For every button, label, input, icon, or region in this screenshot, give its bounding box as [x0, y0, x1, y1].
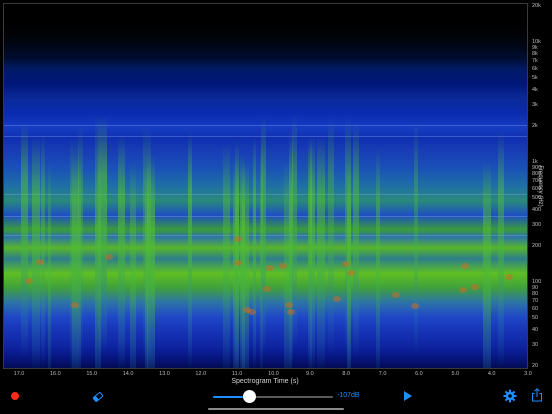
- spectrogram-plot[interactable]: [3, 3, 528, 369]
- spectrogram-streak: [413, 120, 418, 358]
- settings-button[interactable]: [503, 389, 517, 403]
- frequency-tick-label: 400: [532, 206, 542, 213]
- spectrogram-streak: [188, 132, 192, 368]
- share-icon: [532, 388, 542, 402]
- time-tick-label: 12.0: [195, 371, 207, 377]
- frequency-tick-label: 90: [532, 284, 539, 291]
- spectrogram-hot-spot: [333, 296, 342, 303]
- time-tick-label: 13.0: [159, 371, 170, 377]
- time-tick-label: 5.0: [451, 371, 460, 377]
- time-tick-label: 17.0: [13, 371, 25, 377]
- time-tick-label: 4.0: [487, 371, 496, 377]
- time-tick-label: 14.0: [122, 371, 134, 377]
- eraser-button[interactable]: [92, 390, 104, 402]
- spectrogram-hot-spot: [265, 265, 274, 272]
- frequency-tick-label: 3k: [532, 101, 538, 108]
- gain-value-label: -107dB: [337, 392, 360, 399]
- play-button[interactable]: [404, 391, 412, 401]
- time-tick-label: 3.0: [524, 371, 532, 377]
- spectrogram-streak: [20, 121, 28, 359]
- spectrogram-streak: [483, 160, 491, 368]
- time-tick-label: 15.0: [86, 371, 98, 377]
- spectrogram-streak: [130, 161, 137, 368]
- spectrogram-hot-spot: [263, 285, 272, 292]
- spectrogram-hot-spot: [342, 261, 351, 268]
- spectrogram-hot-spot: [104, 254, 113, 261]
- frequency-tick-label: 6k: [532, 65, 538, 72]
- time-tick-label: 16.0: [49, 371, 61, 377]
- time-axis-title: Spectrogram Time (s): [231, 378, 299, 385]
- eraser-icon: [92, 392, 104, 402]
- frequency-tick-label: 9k: [532, 44, 538, 51]
- spectrogram-streak: [223, 143, 231, 368]
- gain-slider-thumb[interactable]: [242, 390, 256, 403]
- time-tick-label: 9.0: [306, 371, 314, 377]
- frequency-tick-label: 7k: [532, 57, 538, 64]
- spectrogram-streak: [94, 115, 98, 352]
- spectrogram-hot-spot: [25, 277, 34, 284]
- spectrogram-hot-spot: [460, 262, 469, 269]
- frequency-tick-label: 80: [532, 290, 539, 297]
- spectrogram-hot-spot: [71, 301, 80, 308]
- frequency-tick-label: 2k: [532, 123, 538, 129]
- spectrogram-streak: [118, 134, 126, 368]
- spectrogram-hot-spot: [471, 283, 480, 290]
- spectrogram-streak: [375, 148, 381, 368]
- frequency-tick-label: 8k: [532, 50, 538, 57]
- frequency-tick-label: 70: [532, 297, 539, 304]
- frequency-tick-label: 50: [532, 315, 539, 322]
- spectrogram-streak: [40, 132, 46, 368]
- bottom-toolbar: [0, 388, 552, 414]
- spectrogram-streak: [253, 135, 257, 368]
- time-tick-label: 6.0: [415, 371, 423, 377]
- spectrogram-streak: [317, 135, 325, 368]
- spectrogram-hot-spot: [459, 287, 468, 294]
- frequency-axis-title: Frequency (Hz): [537, 165, 543, 207]
- home-indicator: [208, 408, 344, 410]
- record-button[interactable]: [11, 392, 19, 400]
- share-button[interactable]: [531, 388, 543, 402]
- spectrogram-hot-spot: [392, 292, 401, 299]
- frequency-tick-label: 30: [532, 341, 539, 348]
- spectrogram-hot-spot: [505, 274, 514, 281]
- spectrogram-hot-spot: [234, 235, 243, 242]
- spectrogram-streak: [308, 137, 313, 368]
- spectrogram-streak: [328, 117, 334, 355]
- frequency-tick-label: 5k: [532, 75, 538, 82]
- spectrogram-hot-spot: [410, 302, 419, 309]
- frequency-tick-label: 60: [532, 305, 539, 312]
- spectrogram-hot-spot: [346, 269, 355, 276]
- frequency-tick-label: 4k: [532, 86, 538, 93]
- spectrogram-streak: [146, 155, 155, 368]
- frequency-tick-label: 40: [532, 326, 539, 333]
- frequency-tick-label: 20: [532, 363, 539, 369]
- spectrogram-streak: [72, 156, 81, 368]
- spectrogram-streak: [498, 130, 504, 368]
- frequency-tick-label: 200: [532, 243, 542, 249]
- frequency-tick-label: 20k: [532, 3, 541, 9]
- time-tick-label: 10.0: [268, 371, 279, 377]
- spectrogram-hot-spot: [233, 259, 242, 266]
- frequency-tick-label: 300: [532, 221, 542, 228]
- time-tick-label: 11.0: [231, 371, 243, 377]
- gain-slider[interactable]: [213, 396, 333, 398]
- spectrogram-streak: [144, 165, 148, 368]
- gear-icon: [503, 389, 517, 403]
- time-tick-label: 8.0: [342, 371, 351, 377]
- time-tick-label: 7.0: [378, 371, 387, 377]
- spectrogram-streak: [261, 116, 267, 353]
- spectrogram-app: 20k 10k 9k 8k 7k 6k 5k 4k 3k 2k 1k 900 800 700 600 500 4…: [0, 0, 552, 414]
- spectrogram-streak: [352, 121, 360, 359]
- spectrogram-streak: [292, 114, 298, 352]
- spectrogram-streak: [47, 161, 52, 368]
- spectrogram-streak: [32, 135, 40, 368]
- spectrogram-hot-spot: [247, 308, 256, 315]
